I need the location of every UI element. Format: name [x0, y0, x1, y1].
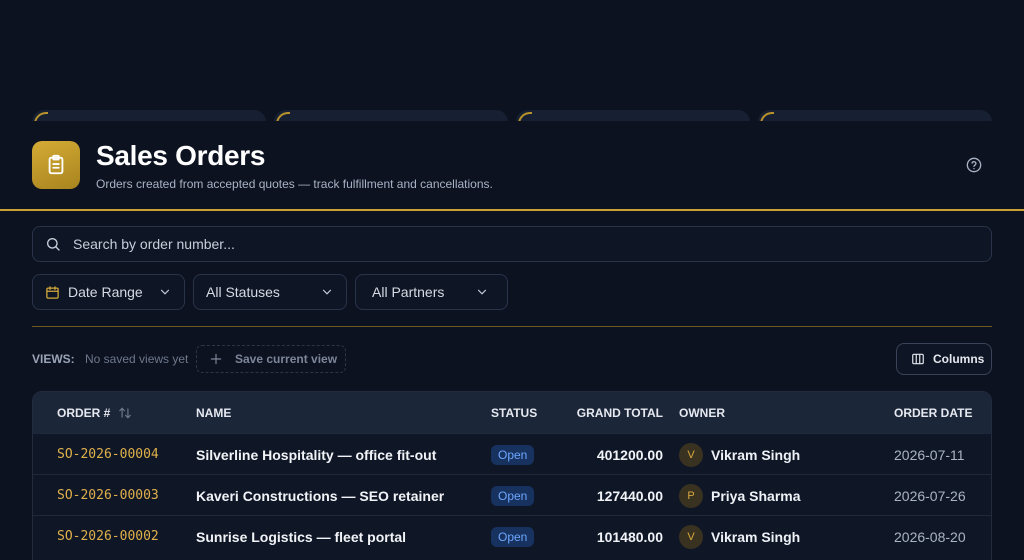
status-badge: Open: [491, 445, 535, 465]
owner-cell: V Vikram Singh: [679, 525, 800, 549]
col-order-header[interactable]: ORDER #: [57, 406, 132, 420]
page-title: Sales Orders: [96, 140, 266, 171]
date-range-filter[interactable]: Date Range: [32, 274, 185, 310]
avatar: V: [679, 443, 703, 467]
chevron-down-icon: [158, 285, 172, 299]
columns-icon: [911, 352, 925, 366]
views-empty-text: No saved views yet: [85, 352, 189, 366]
avatar: P: [679, 484, 703, 508]
col-owner-header: OWNER: [679, 406, 725, 420]
partner-filter-label: All Partners: [372, 284, 445, 300]
search-icon: [45, 236, 61, 252]
order-date: 2026-07-11: [894, 447, 965, 463]
date-range-label: Date Range: [68, 284, 143, 300]
order-date: 2026-07-26: [894, 488, 966, 504]
chevron-down-icon: [475, 285, 489, 299]
order-name: Silverline Hospitality — office fit-out: [196, 447, 437, 463]
save-view-button[interactable]: Save current view: [196, 345, 346, 373]
grand-total: 401200.00: [596, 447, 663, 463]
status-badge: Open: [491, 486, 535, 506]
col-order-date-header: ORDER DATE: [894, 406, 973, 420]
clipboard-icon: [32, 141, 80, 189]
sales-orders-page: Sales Orders Orders created from accepte…: [0, 0, 1024, 560]
owner-name: Priya Sharma: [711, 488, 801, 504]
col-order-label: ORDER #: [57, 406, 111, 420]
col-name-header: NAME: [196, 406, 232, 420]
avatar: V: [679, 525, 703, 549]
status-filter-label: All Statuses: [206, 284, 280, 300]
order-number-link[interactable]: SO-2026-00004: [57, 447, 159, 462]
views-label: VIEWS:: [32, 352, 75, 366]
grand-total: 127440.00: [596, 488, 663, 504]
help-circle-icon[interactable]: [965, 156, 983, 174]
plus-icon: [209, 352, 223, 366]
partner-filter[interactable]: All Partners: [355, 274, 508, 310]
order-name: Sunrise Logistics — fleet portal: [196, 529, 407, 545]
table-row[interactable]: SO-2026-00003 Kaveri Constructions — SEO…: [33, 474, 991, 515]
columns-button[interactable]: Columns: [896, 343, 992, 375]
order-number-link[interactable]: SO-2026-00003: [57, 488, 159, 503]
table-row[interactable]: SO-2026-00002 Sunrise Logistics — fleet …: [33, 515, 991, 556]
order-number-link[interactable]: SO-2026-00002: [57, 529, 159, 544]
orders-table: ORDER # NAME STATUS GRAND TOTAL OWNER OR…: [32, 391, 992, 560]
save-view-label: Save current view: [235, 352, 338, 366]
header-divider: [0, 209, 1024, 211]
col-status-header: STATUS: [491, 406, 538, 420]
owner-cell: P Priya Sharma: [679, 484, 801, 508]
section-divider: [32, 326, 992, 327]
status-filter[interactable]: All Statuses: [193, 274, 347, 310]
grand-total: 101480.00: [596, 529, 663, 545]
owner-name: Vikram Singh: [711, 447, 801, 463]
search-bar: [32, 226, 992, 262]
order-name: Kaveri Constructions — SEO retainer: [196, 488, 445, 504]
search-input[interactable]: [73, 229, 991, 259]
calendar-icon: [45, 285, 60, 300]
table-row[interactable]: SO-2026-00004 Silverline Hospitality — o…: [33, 433, 991, 474]
chevron-down-icon: [320, 285, 334, 299]
page-subtitle: Orders created from accepted quotes — tr…: [96, 177, 493, 191]
col-grand-total-header: GRAND TOTAL: [576, 406, 663, 420]
order-date: 2026-08-20: [894, 529, 966, 545]
table-header: ORDER # NAME STATUS GRAND TOTAL OWNER OR…: [33, 392, 991, 433]
columns-label: Columns: [933, 352, 985, 366]
owner-cell: V Vikram Singh: [679, 443, 800, 467]
status-badge: Open: [491, 527, 535, 547]
sort-icon: [118, 407, 132, 419]
owner-name: Vikram Singh: [711, 529, 801, 545]
